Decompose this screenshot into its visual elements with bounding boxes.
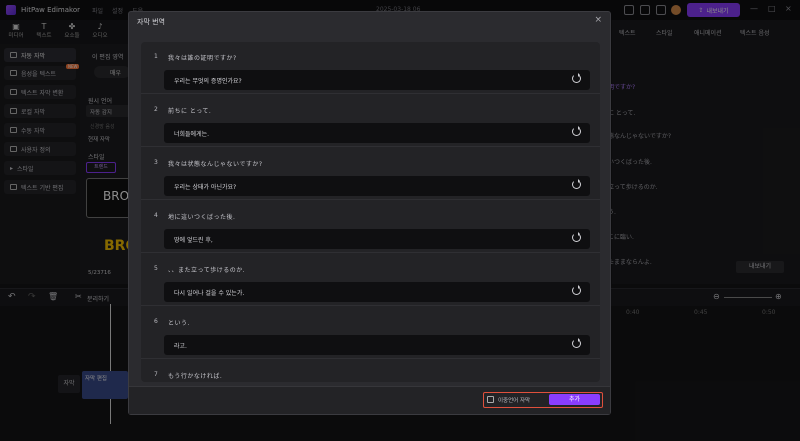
- translation-field[interactable]: 너희들에게는.: [164, 123, 590, 143]
- segment-number: 6: [154, 318, 158, 325]
- segment-row: 7 もう行かなければ.: [141, 360, 600, 382]
- translation-text[interactable]: 다시 일어나 걸을 수 있는가.: [174, 288, 244, 297]
- close-icon[interactable]: ×: [594, 15, 602, 25]
- translation-field[interactable]: 라고.: [164, 335, 590, 355]
- segment-row: 2 前ちに とって. 너희들에게는.: [141, 95, 600, 147]
- dialog-footer: 이중언어 자막 추가: [129, 386, 610, 414]
- translation-field[interactable]: 다시 일어나 걸을 수 있는가.: [164, 282, 590, 302]
- refresh-icon[interactable]: [572, 338, 581, 348]
- translation-text[interactable]: 땅에 엎드린 후,: [174, 235, 213, 244]
- segment-row: 5 、、また立って歩けるのか. 다시 일어나 걸을 수 있는가.: [141, 254, 600, 306]
- segment-source: 前ちに とって.: [168, 108, 212, 115]
- segment-number: 3: [154, 159, 158, 166]
- dialog-title: 자막 번역: [137, 18, 165, 26]
- segment-row: 3 我々は状態なんじゃないですか? 우리는 상태가 아닌가요?: [141, 148, 600, 200]
- translate-subtitle-dialog: 자막 번역 × 1 我々は誰の証明ですか? 우리는 무엇의 증명인가요? 2 前…: [128, 11, 611, 415]
- translation-text[interactable]: 라고.: [174, 341, 187, 350]
- translation-text[interactable]: 우리는 무엇의 증명인가요?: [174, 76, 242, 85]
- translation-text[interactable]: 너희들에게는.: [174, 129, 209, 138]
- segment-source: という.: [168, 320, 190, 327]
- segment-number: 4: [154, 212, 158, 219]
- segment-number: 7: [154, 371, 158, 378]
- segment-number: 5: [154, 265, 158, 272]
- segment-number: 2: [154, 106, 158, 113]
- segment-number: 1: [154, 53, 158, 60]
- segment-row: 1 我々は誰の証明ですか? 우리는 무엇의 증명인가요?: [141, 42, 600, 94]
- refresh-icon[interactable]: [572, 126, 581, 136]
- add-button[interactable]: 추가: [549, 394, 600, 405]
- segment-row: 6 という. 라고.: [141, 307, 600, 359]
- bilingual-checkbox[interactable]: [487, 396, 494, 403]
- segment-row: 4 地に這いつくばった後. 땅에 엎드린 후,: [141, 201, 600, 253]
- bilingual-label[interactable]: 이중언어 자막: [498, 396, 530, 404]
- segment-source: 地に這いつくばった後.: [168, 214, 236, 221]
- segment-source: 、、また立って歩けるのか.: [168, 267, 246, 274]
- refresh-icon[interactable]: [572, 73, 581, 83]
- segment-list[interactable]: 1 我々は誰の証明ですか? 우리는 무엇의 증명인가요? 2 前ちに とって. …: [141, 42, 600, 382]
- footer-actions: 이중언어 자막 추가: [483, 392, 603, 408]
- translation-field[interactable]: 땅에 엎드린 후,: [164, 229, 590, 249]
- translation-field[interactable]: 우리는 상태가 아닌가요?: [164, 176, 590, 196]
- add-label: 추가: [568, 396, 581, 403]
- refresh-icon[interactable]: [572, 179, 581, 189]
- translation-field[interactable]: 우리는 무엇의 증명인가요?: [164, 70, 590, 90]
- segment-source: もう行かなければ.: [168, 373, 223, 380]
- segment-source: 我々は状態なんじゃないですか?: [168, 161, 263, 168]
- translation-text[interactable]: 우리는 상태가 아닌가요?: [174, 182, 236, 191]
- segment-source: 我々は誰の証明ですか?: [168, 55, 237, 62]
- refresh-icon[interactable]: [572, 285, 581, 295]
- refresh-icon[interactable]: [572, 232, 581, 242]
